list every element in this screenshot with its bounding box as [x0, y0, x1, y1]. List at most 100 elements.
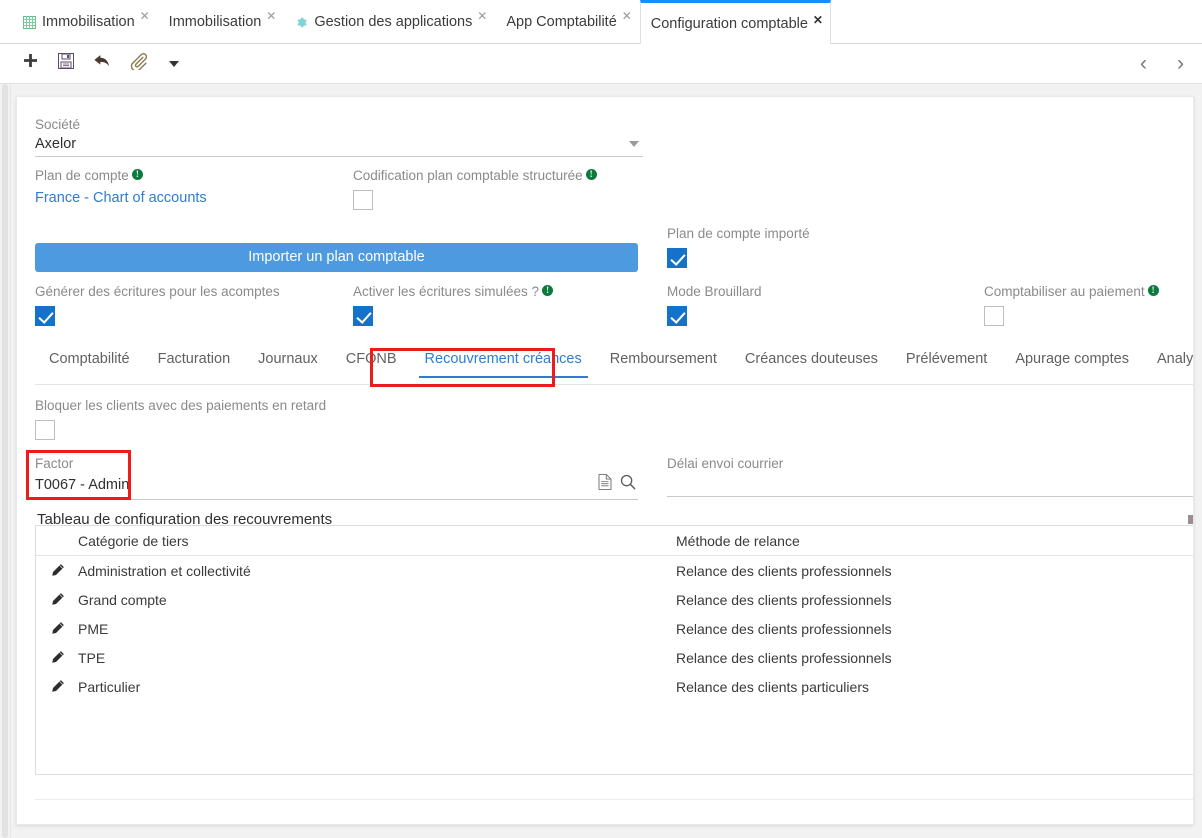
browser-tab-label: Configuration comptable — [650, 15, 808, 32]
edit-pencil-icon[interactable] — [36, 621, 78, 636]
field-generer-acomptes: Générer des écritures pour les acomptes — [35, 284, 280, 331]
close-icon[interactable]: ✕ — [266, 10, 276, 22]
field-ecritures-simulees-checkbox[interactable] — [353, 306, 373, 326]
next-record-button[interactable]: › — [1169, 53, 1192, 74]
cell-categorie: TPE — [78, 649, 106, 666]
field-bloquer-clients: Bloquer les clients avec des paiements e… — [35, 398, 326, 445]
tab-cfonb[interactable]: CFONB — [332, 349, 411, 377]
browser-tab-gestion-applications[interactable]: Gestion des applications ✕ — [284, 1, 495, 43]
table-row[interactable]: TPE Relance des clients professionnels — [36, 643, 1193, 672]
field-comptabiliser-paiement-checkbox[interactable] — [984, 306, 1004, 326]
tab-creances-douteuses[interactable]: Créances douteuses — [731, 349, 892, 377]
tab-comptabilite[interactable]: Comptabilité — [35, 349, 144, 377]
tab-apurage-comptes[interactable]: Apurage comptes — [1001, 349, 1143, 377]
undo-icon — [93, 53, 111, 74]
grid-toolbar-overflow-icon[interactable] — [1188, 515, 1193, 524]
edit-pencil-icon[interactable] — [36, 592, 78, 607]
form-toolbar: ‹ › — [0, 44, 1202, 84]
scrollbar-thumb[interactable] — [2, 84, 8, 838]
field-generer-acomptes-checkbox[interactable] — [35, 306, 55, 326]
tab-label: Prélévement — [905, 351, 988, 367]
attachment-button[interactable] — [120, 48, 156, 80]
field-delai-envoi-courrier-label: Délai envoi courrier — [667, 456, 784, 471]
browser-tab-immobilisation-2[interactable]: Immobilisation ✕ — [158, 1, 285, 43]
info-icon[interactable]: ! — [1147, 285, 1159, 296]
field-delai-envoi-courrier[interactable]: Délai envoi courrier — [667, 456, 1193, 497]
tab-remboursement[interactable]: Remboursement — [596, 349, 731, 377]
new-record-button[interactable] — [12, 48, 48, 80]
close-icon[interactable]: ✕ — [813, 14, 823, 26]
tab-recouvrement-creances[interactable]: Recouvrement créances — [411, 349, 596, 378]
browser-tab-label: Gestion des applications — [314, 14, 473, 30]
import-plan-comptable-button[interactable]: Importer un plan comptable — [35, 243, 638, 272]
browser-tab-label: App Comptabilité — [506, 14, 617, 30]
info-icon[interactable]: ! — [585, 169, 597, 180]
grid-column-header-categorie[interactable]: Catégorie de tiers — [78, 533, 676, 549]
browser-tab-immobilisation-1[interactable]: Immobilisation ✕ — [12, 1, 158, 43]
tab-journaux[interactable]: Journaux — [244, 349, 332, 377]
page-scrollbar[interactable] — [0, 84, 11, 838]
previous-record-button[interactable]: ‹ — [1132, 53, 1155, 74]
field-codification-checkbox[interactable] — [353, 190, 373, 210]
cell-methode: Relance des clients professionnels — [676, 649, 892, 666]
tab-label: Remboursement — [609, 351, 717, 367]
field-plan-importe-label: Plan de compte importé — [667, 226, 810, 241]
close-icon[interactable]: ✕ — [622, 10, 632, 22]
field-plan-importe-checkbox[interactable] — [667, 248, 687, 268]
chevron-down-icon[interactable] — [629, 141, 639, 147]
table-row[interactable]: Particulier Relance des clients particul… — [36, 672, 1193, 701]
info-icon[interactable]: ! — [542, 285, 554, 296]
cell-methode: Relance des clients particuliers — [676, 678, 869, 695]
edit-pencil-icon[interactable] — [36, 679, 78, 694]
table-row[interactable]: Grand compte Relance des clients profess… — [36, 585, 1193, 614]
form-bottom-divider — [35, 799, 1193, 800]
search-icon[interactable] — [620, 474, 636, 495]
field-plan-de-compte-value[interactable]: France - Chart of accounts — [35, 190, 207, 206]
field-factor[interactable]: Factor T0067 - Admin — [35, 456, 638, 500]
table-row[interactable]: PME Relance des clients professionnels — [36, 614, 1193, 643]
field-factor-label: Factor — [35, 456, 74, 471]
field-mode-brouillard-label: Mode Brouillard — [667, 284, 762, 299]
tab-facturation[interactable]: Facturation — [144, 349, 245, 377]
browser-tab-configuration-comptable[interactable]: Configuration comptable ✕ — [639, 0, 831, 44]
undo-button[interactable] — [84, 48, 120, 80]
browser-tab-label: Immobilisation — [168, 14, 262, 30]
cell-categorie: Administration et collectivité — [78, 562, 251, 579]
tab-analytique[interactable]: Analytique — [1143, 349, 1193, 377]
save-button[interactable] — [48, 48, 84, 80]
cell-categorie: PME — [78, 620, 109, 637]
browser-tab-app-comptabilite[interactable]: App Comptabilité ✕ — [495, 1, 639, 43]
document-icon[interactable] — [598, 474, 612, 495]
field-generer-acomptes-label: Générer des écritures pour les acomptes — [35, 284, 280, 299]
toolbar-more-button[interactable] — [156, 48, 192, 80]
cell-methode: Relance des clients professionnels — [676, 591, 892, 608]
info-icon[interactable]: ! — [131, 169, 143, 180]
field-comptabiliser-paiement-label: Comptabiliser au paiement — [984, 284, 1145, 299]
close-icon[interactable]: ✕ — [477, 10, 487, 22]
attachment-icon — [130, 52, 147, 75]
cell-methode: Relance des clients professionnels — [676, 562, 892, 579]
field-factor-value: T0067 - Admin — [35, 476, 130, 493]
gear-icon — [295, 16, 308, 29]
edit-pencil-icon[interactable] — [36, 650, 78, 665]
field-plan-de-compte-label: Plan de compte — [35, 168, 129, 183]
field-comptabiliser-paiement: Comptabiliser au paiement! — [984, 284, 1159, 331]
save-icon — [58, 53, 74, 74]
browser-tab-strip: Immobilisation ✕ Immobilisation ✕ Gestio… — [0, 0, 1202, 44]
grid-column-header-methode[interactable]: Méthode de relance — [676, 533, 1193, 549]
tab-prelevement[interactable]: Prélévement — [892, 349, 1001, 377]
field-bloquer-clients-checkbox[interactable] — [35, 420, 55, 440]
field-ecritures-simulees: Activer les écritures simulées ?! — [353, 284, 554, 331]
field-bloquer-clients-label: Bloquer les clients avec des paiements e… — [35, 398, 327, 413]
field-ecritures-simulees-label: Activer les écritures simulées ? — [353, 284, 540, 299]
field-mode-brouillard-checkbox[interactable] — [667, 306, 687, 326]
browser-tab-label: Immobilisation — [42, 14, 135, 30]
tab-label: Créances douteuses — [744, 351, 878, 367]
cell-categorie: Grand compte — [78, 591, 167, 608]
field-societe[interactable]: Société Axelor — [35, 117, 643, 157]
toolbar-right-group: ‹ › — [1132, 53, 1202, 74]
cell-categorie: Particulier — [78, 678, 141, 695]
table-row[interactable]: Administration et collectivité Relance d… — [36, 556, 1193, 585]
close-icon[interactable]: ✕ — [140, 10, 150, 22]
edit-pencil-icon[interactable] — [36, 563, 78, 578]
